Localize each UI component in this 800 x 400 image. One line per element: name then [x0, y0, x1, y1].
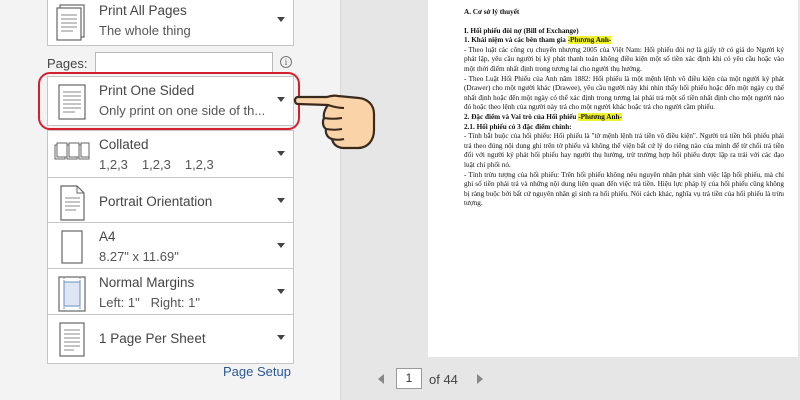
paragraph-text: I. Hối phiếu đòi nợ (Bill of Exchange) [464, 26, 579, 35]
paper-size-title: A4 [99, 229, 116, 244]
paper-size-subtitle: 8.27" x 11.69" [99, 249, 179, 264]
page-setup-link[interactable]: Page Setup [223, 364, 291, 379]
paragraph-text: 2. Đặc điểm và Vai trò của Hối phiếu [464, 112, 579, 121]
pages-row: Pages: i [47, 52, 294, 74]
document-paragraph: 1. Khái niệm và các bên tham gia -Phương… [464, 36, 784, 46]
paragraph-text: 2.1. Hối phiếu có 3 đặc điểm chính: [464, 122, 572, 131]
paragraph-text: 1. Khái niệm và các bên tham gia [464, 36, 568, 45]
next-page-icon[interactable] [477, 374, 483, 384]
margins-icon [58, 276, 86, 312]
margins-subtitle: Left: 1" Right: 1" [99, 295, 201, 310]
pages-per-sheet-dropdown[interactable]: 1 Page Per Sheet [47, 314, 294, 364]
info-icon[interactable]: i [280, 56, 292, 68]
document-paragraph: I. Hối phiếu đòi nợ (Bill of Exchange) [464, 27, 784, 37]
document-preview-page: A. Cơ sở lý thuyết I. Hối phiếu đòi nợ (B… [428, 0, 798, 357]
paragraph-text: A. Cơ sở lý thuyết [464, 8, 520, 16]
highlighted-author: -Phương Anh- [567, 36, 612, 45]
paragraph-text: - Tính bắt buộc của hối phiếu: Hối phiếu… [464, 132, 784, 169]
paragraph-text: - Tính trừu tượng của hối phiếu: Trên hố… [464, 170, 784, 208]
collation-seq-3: 1,2,3 [184, 157, 214, 172]
page-per-sheet-icon [59, 322, 85, 357]
collated-pages-icon [54, 142, 90, 160]
orientation-title: Portrait Orientation [99, 194, 213, 209]
print-pages-subtitle: The whole thing [99, 23, 191, 38]
print-settings-panel: Print All Pages The whole thing Pages: i… [0, 0, 340, 400]
document-paragraph: - Theo Luật Hối Phiếu của Anh năm 1882: … [464, 75, 784, 113]
paragraph-text: - Theo luật các công cụ chuyển nhượng 20… [464, 45, 784, 73]
chevron-down-icon [277, 289, 285, 294]
pages-label: Pages: [47, 56, 88, 71]
collation-dropdown[interactable]: Collated 1,2,3 1,2,3 1,2,3 [47, 130, 294, 180]
collation-seq-1: 1,2,3 [99, 157, 128, 172]
chevron-down-icon [277, 17, 285, 22]
document-paragraph: A. Cơ sở lý thuyết [464, 8, 784, 18]
document-paragraph: 2.1. Hối phiếu có 3 đặc điểm chính: [464, 123, 784, 133]
collation-title: Collated [99, 137, 149, 152]
previous-page-icon[interactable] [378, 374, 384, 384]
pages-input[interactable] [95, 52, 273, 73]
orientation-dropdown[interactable]: Portrait Orientation [47, 177, 294, 227]
paper-size-dropdown[interactable]: A4 8.27" x 11.69" [47, 222, 294, 272]
pointing-hand-icon [293, 94, 376, 150]
chevron-down-icon [277, 198, 285, 203]
document-paragraph: 2. Đặc điểm và Vai trò của Hối phiếu -Ph… [464, 112, 784, 123]
document-paragraph: - Tính trừu tượng của hối phiếu: Trên hố… [464, 171, 784, 209]
document-paragraph: - Theo luật các công cụ chuyển nhượng 20… [464, 46, 784, 75]
chevron-down-icon [277, 151, 285, 156]
chevron-down-icon [277, 335, 285, 340]
paragraph-text: - Theo Luật Hối Phiếu của Anh năm 1882: … [464, 74, 784, 112]
collation-seq-2: 1,2,3 [141, 157, 171, 172]
document-paragraph: - Tính bắt buộc của hối phiếu: Hối phiếu… [464, 132, 784, 170]
collation-sequence: 1,2,3 1,2,3 1,2,3 [99, 157, 228, 172]
current-page-input[interactable]: 1 [396, 368, 422, 389]
print-pages-title: Print All Pages [99, 3, 187, 18]
margins-dropdown[interactable]: Normal Margins Left: 1" Right: 1" [47, 268, 294, 318]
highlighted-author: -Phương Anh- [578, 112, 622, 121]
highlight-box [38, 72, 300, 130]
chevron-down-icon [277, 243, 285, 248]
document-pages-icon [56, 4, 85, 41]
pages-per-sheet-title: 1 Page Per Sheet [99, 331, 206, 346]
page-count-label: of 44 [429, 372, 458, 387]
margins-title: Normal Margins [99, 275, 195, 290]
print-pages-dropdown[interactable]: Print All Pages The whole thing [47, 0, 294, 46]
paper-size-icon [61, 230, 83, 264]
portrait-page-icon [60, 185, 85, 221]
